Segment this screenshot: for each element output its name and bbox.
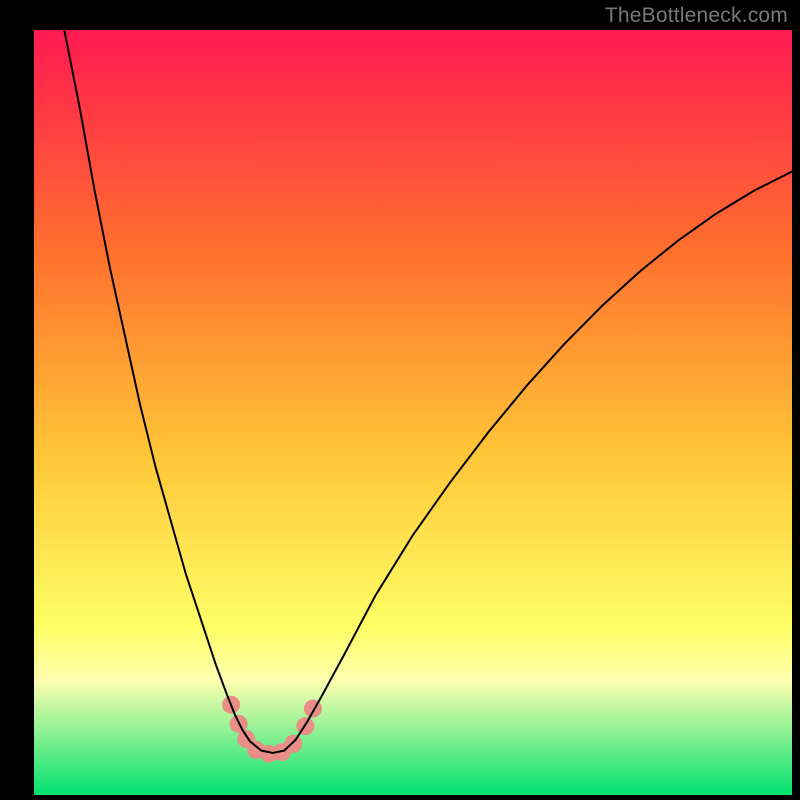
watermark-text: TheBottleneck.com (605, 4, 788, 28)
highlight-dot (284, 735, 302, 753)
plot-area (34, 30, 792, 795)
plot-svg (34, 30, 792, 795)
chart-frame: TheBottleneck.com (0, 0, 800, 800)
plot-background (34, 30, 792, 795)
